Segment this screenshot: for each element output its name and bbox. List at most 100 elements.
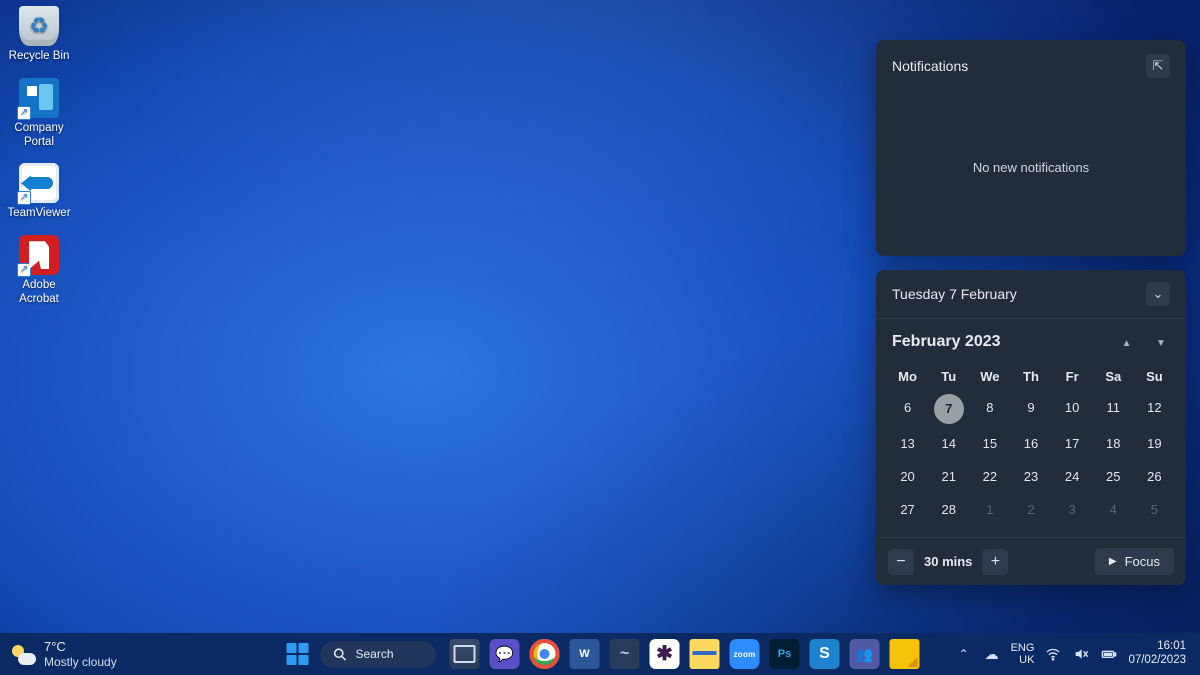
calendar-dow: Th <box>1011 363 1050 390</box>
calendar-day[interactable]: 5 <box>1135 494 1174 525</box>
desktop-icon-label: TeamViewer <box>4 207 74 221</box>
notifications-panel: Notifications ⇱ No new notifications <box>876 40 1186 256</box>
focus-decrease-button[interactable]: − <box>888 549 914 575</box>
tray-overflow-button[interactable] <box>955 645 973 663</box>
clock-time: 16:01 <box>1128 640 1186 654</box>
onedrive-tray-icon[interactable] <box>983 645 1001 663</box>
word-button[interactable]: W <box>570 639 600 669</box>
calendar-grid: MoTuWeThFrSaSu67891011121314151617181920… <box>876 357 1186 537</box>
desktop-wallpaper[interactable]: Recycle Bin ↗ Company Portal ↗ TeamViewer ↗ Ad… <box>0 0 1200 675</box>
wifi-tray-icon[interactable] <box>1044 645 1062 663</box>
photoshop-button[interactable]: Ps <box>770 639 800 669</box>
desktop-icon-recycle-bin[interactable]: Recycle Bin <box>4 2 74 74</box>
search-button[interactable]: Search <box>321 641 436 668</box>
calendar-dow: Tu <box>929 363 968 390</box>
calendar-dow: Sa <box>1094 363 1133 390</box>
calendar-day[interactable]: 11 <box>1094 392 1133 426</box>
calendar-day[interactable]: 27 <box>888 494 927 525</box>
task-view-button[interactable] <box>450 639 480 669</box>
app-button[interactable] <box>610 639 640 669</box>
calendar-day[interactable]: 9 <box>1011 392 1050 426</box>
teamviewer-icon: ↗ <box>19 163 59 203</box>
slack-button[interactable] <box>650 639 680 669</box>
weather-condition: Mostly cloudy <box>44 655 117 669</box>
calendar-day[interactable]: 16 <box>1011 428 1050 459</box>
desktop-icons-column: Recycle Bin ↗ Company Portal ↗ TeamViewer ↗ Ad… <box>4 2 84 317</box>
focus-button[interactable]: Focus <box>1095 548 1174 575</box>
calendar-day[interactable]: 22 <box>970 461 1009 492</box>
clock-button[interactable]: 16:01 07/02/2023 <box>1128 640 1186 668</box>
calendar-day[interactable]: 14 <box>929 428 968 459</box>
calendar-day[interactable]: 26 <box>1135 461 1174 492</box>
desktop-icon-label: Recycle Bin <box>4 50 74 64</box>
file-explorer-button[interactable] <box>690 639 720 669</box>
weather-temperature: 7°C <box>44 639 117 655</box>
calendar-day[interactable]: 10 <box>1053 392 1092 426</box>
notifications-empty-text: No new notifications <box>973 160 1089 175</box>
calendar-day[interactable]: 15 <box>970 428 1009 459</box>
calendar-day[interactable]: 1 <box>970 494 1009 525</box>
chrome-button[interactable] <box>530 639 560 669</box>
desktop-icon-label: Adobe Acrobat <box>4 279 74 307</box>
calendar-dow: We <box>970 363 1009 390</box>
collapse-calendar-button[interactable]: ⌄ <box>1146 282 1170 306</box>
calendar-day[interactable]: 24 <box>1053 461 1092 492</box>
calendar-day[interactable]: 4 <box>1094 494 1133 525</box>
calendar-prev-month-button[interactable]: ▲ <box>1118 338 1136 349</box>
desktop-icon-company-portal[interactable]: ↗ Company Portal <box>4 74 74 160</box>
weather-icon <box>12 643 34 665</box>
focus-duration-stepper: − 30 mins + <box>888 549 1008 575</box>
calendar-day[interactable]: 19 <box>1135 428 1174 459</box>
calendar-next-month-button[interactable]: ▼ <box>1152 338 1170 349</box>
calendar-panel: Tuesday 7 February ⌄ February 2023 ▲ ▼ M… <box>876 270 1186 585</box>
volume-tray-icon[interactable] <box>1072 645 1090 663</box>
focus-increase-button[interactable]: + <box>982 549 1008 575</box>
calendar-day[interactable]: 20 <box>888 461 927 492</box>
calendar-dow: Fr <box>1053 363 1092 390</box>
calendar-day[interactable]: 13 <box>888 428 927 459</box>
desktop-icon-adobe-acrobat[interactable]: ↗ Adobe Acrobat <box>4 231 74 317</box>
battery-tray-icon[interactable] <box>1100 645 1118 663</box>
calendar-day[interactable]: 23 <box>1011 461 1050 492</box>
calendar-dow: Mo <box>888 363 927 390</box>
taskbar: 7°C Mostly cloudy Search WPs ENG UK 16: <box>0 633 1200 675</box>
shortcut-arrow-icon: ↗ <box>17 263 31 277</box>
calendar-month-label: February 2023 <box>892 333 1001 351</box>
shortcut-arrow-icon: ↗ <box>17 106 31 120</box>
notifications-title: Notifications <box>892 58 968 74</box>
clock-date: 07/02/2023 <box>1128 654 1186 668</box>
search-icon <box>333 647 348 662</box>
adobe-acrobat-icon: ↗ <box>19 235 59 275</box>
focus-duration-label: 30 mins <box>924 554 972 569</box>
sticky-notes-button[interactable] <box>890 639 920 669</box>
calendar-day[interactable]: 3 <box>1053 494 1092 525</box>
shortcut-arrow-icon: ↗ <box>17 191 31 205</box>
calendar-day[interactable]: 7 <box>934 394 964 424</box>
calendar-day[interactable]: 18 <box>1094 428 1133 459</box>
desktop-icon-label: Company Portal <box>4 122 74 150</box>
system-tray: ENG UK 16:01 07/02/2023 <box>955 633 1200 675</box>
calendar-day[interactable]: 28 <box>929 494 968 525</box>
company-portal-icon: ↗ <box>19 78 59 118</box>
calendar-day[interactable]: 25 <box>1094 461 1133 492</box>
calendar-day[interactable]: 12 <box>1135 392 1174 426</box>
weather-widget[interactable]: 7°C Mostly cloudy <box>12 639 117 669</box>
start-button[interactable] <box>281 637 315 671</box>
calendar-day[interactable]: 8 <box>970 392 1009 426</box>
snagit-button[interactable] <box>810 639 840 669</box>
calendar-dow: Su <box>1135 363 1174 390</box>
zoom-button[interactable] <box>730 639 760 669</box>
language-indicator[interactable]: ENG UK <box>1011 642 1035 666</box>
calendar-day[interactable]: 2 <box>1011 494 1050 525</box>
recycle-bin-icon <box>19 6 59 46</box>
taskbar-center: Search W Ps <box>281 633 920 675</box>
calendar-day[interactable]: 17 <box>1053 428 1092 459</box>
chat-button[interactable] <box>490 639 520 669</box>
desktop-icon-teamviewer[interactable]: ↗ TeamViewer <box>4 159 74 231</box>
teams-button[interactable] <box>850 639 880 669</box>
calendar-day[interactable]: 6 <box>888 392 927 426</box>
calendar-date-header: Tuesday 7 February <box>892 286 1017 302</box>
notifications-settings-icon[interactable]: ⇱ <box>1146 54 1170 78</box>
chevron-down-icon: ⌄ <box>1153 286 1164 302</box>
calendar-day[interactable]: 21 <box>929 461 968 492</box>
